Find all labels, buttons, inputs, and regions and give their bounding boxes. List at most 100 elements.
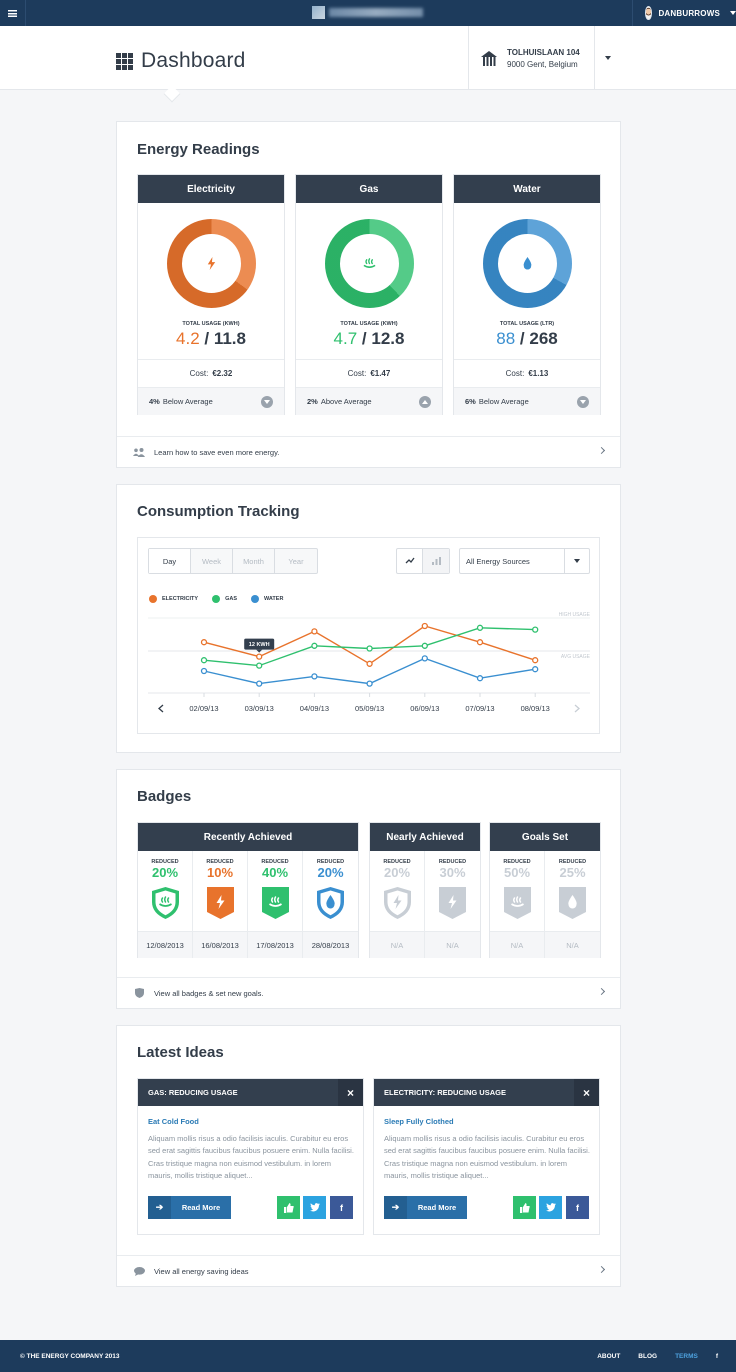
- badge-item[interactable]: REDUCED 20% N/A: [370, 851, 425, 958]
- average-row: 6% Below Average: [454, 387, 600, 415]
- data-point[interactable]: [532, 626, 539, 633]
- data-point[interactable]: [476, 624, 484, 631]
- usage-value: 88 / 268: [496, 329, 558, 348]
- facebook-icon[interactable]: f: [716, 1353, 718, 1360]
- badge-percent: 25%: [559, 865, 586, 880]
- idea-card: GAS: REDUCING USAGE × Eat Cold Food Aliq…: [137, 1078, 364, 1235]
- badge-date: 16/08/2013: [193, 931, 247, 958]
- like-button[interactable]: [513, 1196, 536, 1219]
- footer-link-blog[interactable]: BLOG: [638, 1353, 657, 1360]
- badge-date: N/A: [490, 931, 544, 958]
- data-point[interactable]: [256, 662, 263, 669]
- usage-donut: [167, 219, 256, 308]
- water-drop-icon: [498, 234, 557, 293]
- company-logo[interactable]: [312, 5, 424, 20]
- badge-item[interactable]: REDUCED 40% 17/08/2013: [248, 851, 303, 958]
- idea-title[interactable]: Sleep Fully Clothed: [384, 1117, 454, 1126]
- idea-card-header: ELECTRICITY: REDUCING USAGE ×: [374, 1079, 599, 1106]
- usage-donut: [483, 219, 572, 308]
- badge-item[interactable]: REDUCED 50% N/A: [490, 851, 545, 958]
- address-dropdown-button[interactable]: [595, 26, 620, 90]
- page-title: Dashboard: [141, 49, 246, 72]
- badge-item[interactable]: REDUCED 10% 16/08/2013: [193, 851, 248, 958]
- data-point[interactable]: [200, 657, 208, 664]
- read-more-button[interactable]: ➔ Read More: [148, 1196, 231, 1219]
- badge-item[interactable]: REDUCED 20% 12/08/2013: [138, 851, 193, 958]
- badge-item[interactable]: REDUCED 20% 28/08/2013: [303, 851, 358, 958]
- save-energy-link[interactable]: Learn how to save even more energy.: [117, 436, 620, 467]
- average-row: 4% Below Average: [138, 387, 284, 415]
- energy-card-electricity: Electricity TOTAL USAGE (KWH) 4.2 / 11.8…: [137, 174, 285, 415]
- badge-percent: 20%: [317, 865, 344, 880]
- house-icon: [481, 50, 498, 66]
- close-icon[interactable]: ×: [574, 1079, 599, 1106]
- energy-card-gas: Gas TOTAL USAGE (KWH) 4.7 / 12.8 Cost: €1…: [295, 174, 443, 415]
- data-point[interactable]: [366, 645, 373, 652]
- x-tick-label: 04/09/13: [300, 704, 329, 713]
- read-more-button[interactable]: ➔ Read More: [384, 1196, 467, 1219]
- badge-date: 17/08/2013: [248, 931, 302, 958]
- facebook-share-button[interactable]: f: [330, 1196, 353, 1219]
- save-energy-text: Learn how to save even more energy.: [154, 447, 280, 457]
- data-point[interactable]: [421, 622, 428, 630]
- data-point[interactable]: [256, 653, 263, 660]
- badge-item[interactable]: REDUCED 25% N/A: [545, 851, 600, 958]
- badge-date: 28/08/2013: [303, 931, 358, 958]
- twitter-share-button[interactable]: [539, 1196, 562, 1219]
- idea-category: GAS: REDUCING USAGE: [148, 1088, 238, 1097]
- arrow-right-icon: ➔: [384, 1196, 407, 1219]
- data-point[interactable]: [311, 628, 318, 635]
- view-ideas-link[interactable]: View all energy saving ideas: [117, 1255, 620, 1286]
- address-selector[interactable]: TOLHUISLAAN 104 9000 Gent, Belgium: [468, 26, 595, 90]
- speech-bubble-icon: [133, 1266, 145, 1276]
- idea-body: Aliquam mollis risus a odio facilisis ia…: [148, 1134, 354, 1181]
- data-point[interactable]: [476, 675, 484, 682]
- badge-item[interactable]: REDUCED 30% N/A: [425, 851, 480, 958]
- avatar: [645, 6, 653, 20]
- data-point[interactable]: [366, 680, 373, 687]
- data-point[interactable]: [532, 657, 539, 664]
- idea-card: ELECTRICITY: REDUCING USAGE × Sleep Full…: [373, 1078, 600, 1235]
- flame-icon: [340, 234, 399, 293]
- footer-link-about[interactable]: ABOUT: [597, 1353, 620, 1360]
- cost-value: €1.13: [528, 369, 549, 378]
- close-icon[interactable]: ×: [338, 1079, 363, 1106]
- badge-date: 12/08/2013: [138, 931, 192, 958]
- badge-date: N/A: [370, 931, 424, 958]
- menu-button[interactable]: [0, 0, 26, 26]
- chart-next-arrow[interactable]: [574, 704, 580, 713]
- twitter-icon: [309, 1203, 320, 1212]
- data-point[interactable]: [421, 642, 428, 649]
- idea-title[interactable]: Eat Cold Food: [148, 1117, 199, 1126]
- data-point[interactable]: [200, 639, 208, 646]
- header-pointer: [163, 85, 181, 103]
- chart-prev-arrow[interactable]: [158, 704, 164, 713]
- usage-label: TOTAL USAGE (LTR): [499, 321, 555, 327]
- dashboard-grid-icon: [116, 52, 133, 70]
- footer-links: ABOUT BLOG TERMS f: [597, 1340, 736, 1372]
- footer-link-terms[interactable]: TERMS: [675, 1353, 698, 1360]
- chevron-right-icon: [597, 987, 606, 996]
- data-point[interactable]: [311, 673, 318, 680]
- tooltip-text: 12 KWH: [249, 642, 270, 648]
- data-point[interactable]: [366, 660, 373, 667]
- data-point[interactable]: [421, 655, 428, 662]
- facebook-share-button[interactable]: f: [566, 1196, 589, 1219]
- data-point[interactable]: [200, 667, 208, 675]
- consumption-tracking-panel: Consumption Tracking Day Week Month Year…: [116, 484, 621, 753]
- energy-card-water: Water TOTAL USAGE (LTR) 88 / 268 Cost: €1…: [453, 174, 601, 415]
- data-point[interactable]: [256, 680, 263, 687]
- data-point[interactable]: [311, 642, 318, 649]
- cost-row: Cost: €1.13: [454, 359, 600, 387]
- x-tick-label: 07/09/13: [465, 704, 494, 713]
- twitter-share-button[interactable]: [303, 1196, 326, 1219]
- idea-body: Aliquam mollis risus a odio facilisis ia…: [384, 1134, 590, 1181]
- like-button[interactable]: [277, 1196, 300, 1219]
- energy-readings-title: Energy Readings: [137, 141, 260, 158]
- username: DANBURROWS: [658, 8, 720, 18]
- data-point[interactable]: [476, 639, 484, 646]
- user-menu[interactable]: DANBURROWS: [632, 0, 736, 26]
- view-badges-link[interactable]: View all badges & set new goals.: [117, 977, 620, 1008]
- data-point[interactable]: [532, 666, 539, 673]
- thumbs-up-icon: [519, 1202, 530, 1213]
